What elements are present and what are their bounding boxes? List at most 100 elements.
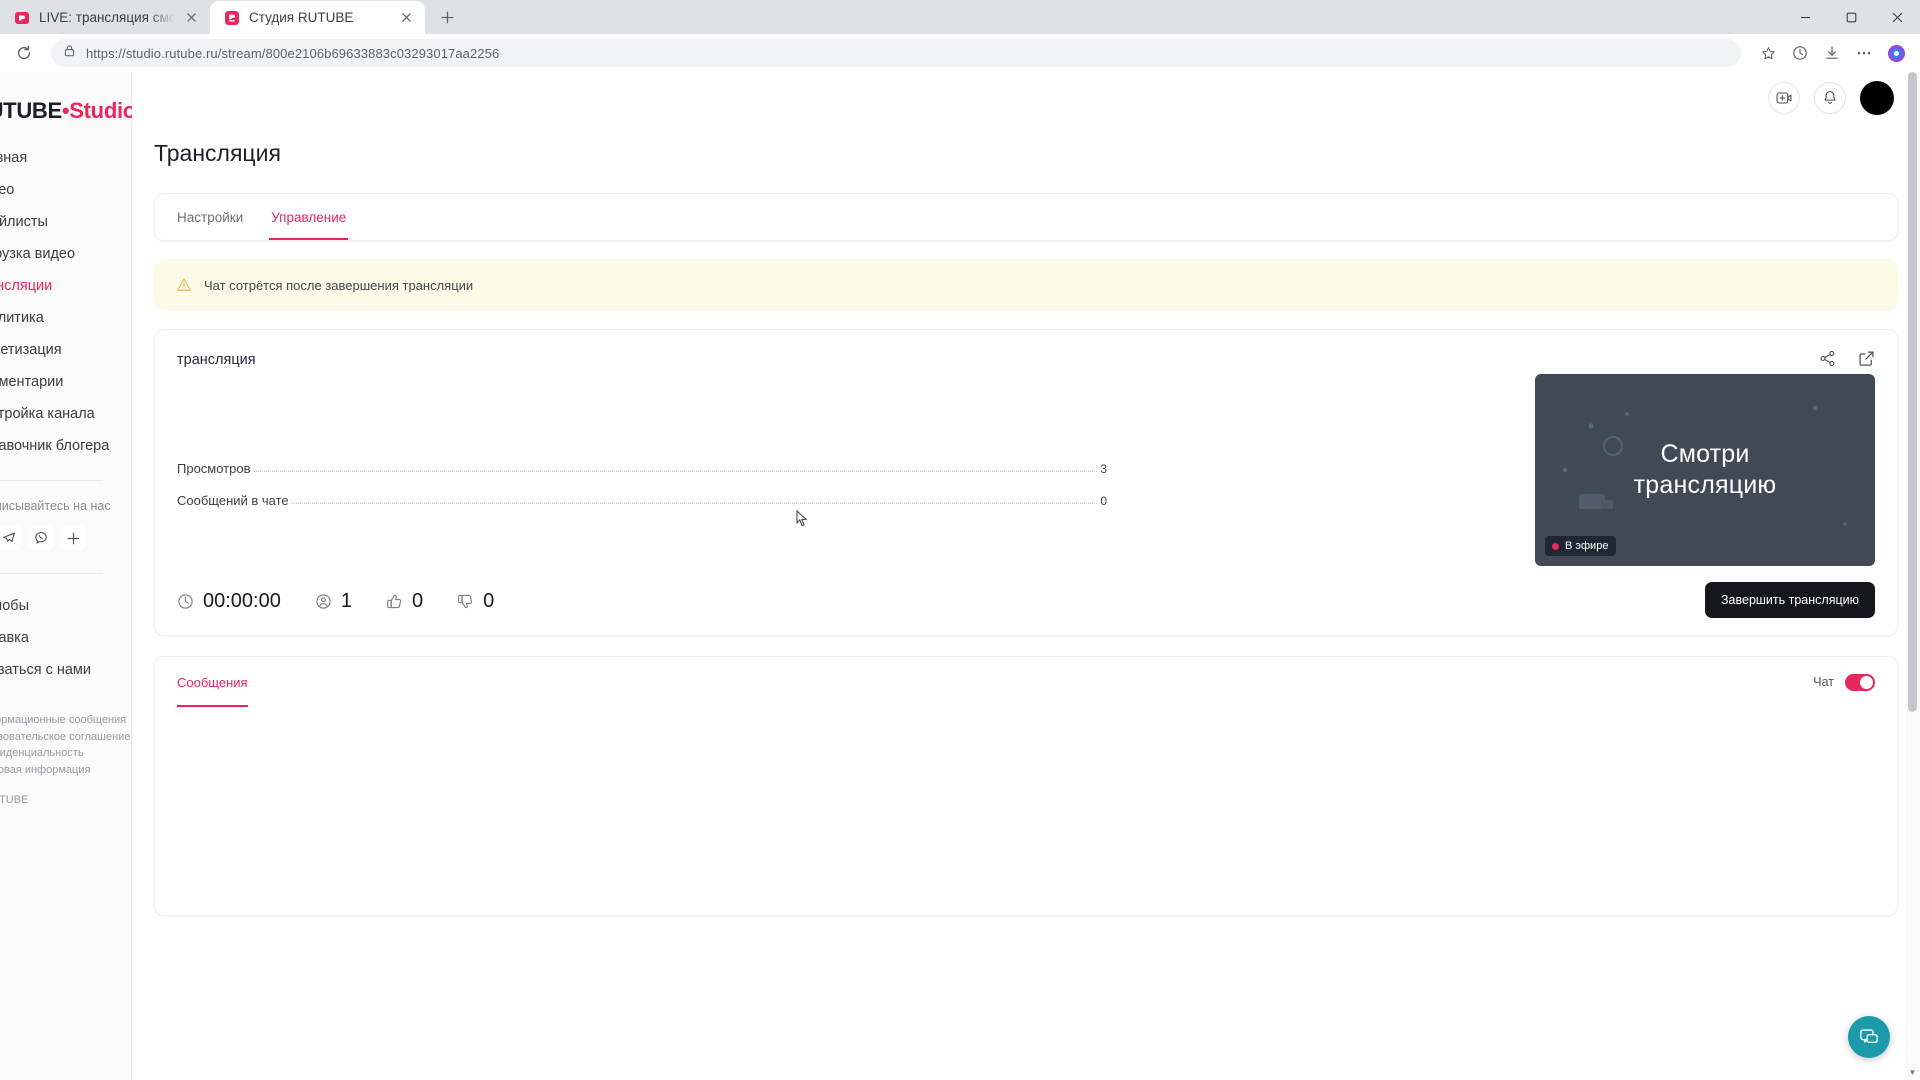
chat-toggle-switch[interactable]: [1845, 673, 1875, 691]
sidebar-item-label: Монетизация: [0, 342, 62, 358]
logo-studio-text: Studio: [69, 98, 136, 123]
app-topbar: [132, 72, 1920, 124]
tab-messages-label: Сообщения: [177, 674, 248, 690]
sidebar-divider-2: [0, 573, 103, 574]
viber-icon[interactable]: [28, 525, 54, 551]
stat-row-chat-messages: Сообщений в чате 0: [177, 476, 1107, 508]
live-badge: В эфире: [1545, 536, 1617, 556]
download-icon[interactable]: [1817, 38, 1847, 68]
viewers-icon: [315, 593, 332, 610]
sidebar-item-label: Трансляции: [0, 278, 53, 294]
browser-profile-icon[interactable]: [1881, 38, 1911, 68]
page-title: Трансляция: [154, 140, 281, 166]
window-maximize-button[interactable]: [1828, 1, 1874, 34]
browser-window: LIVE: трансляция смотреть онла Студия RU…: [0, 0, 1920, 1080]
chat-toggle-knob: [1860, 675, 1873, 689]
address-bar-url: https://studio.rutube.ru/stream/800e2106…: [86, 45, 500, 61]
telegram-icon[interactable]: [0, 525, 22, 551]
legal-link-privacy[interactable]: Конфиденциальность: [0, 745, 131, 762]
scroll-down-arrow-icon[interactable]: ▼: [1905, 1065, 1920, 1080]
legal-link-user-agreement[interactable]: Пользовательское соглашение: [0, 729, 131, 746]
chat-card: Сообщения Чат: [154, 656, 1898, 916]
window-minimize-button[interactable]: [1782, 1, 1828, 34]
preview-line-2: трансляцию: [1633, 471, 1777, 499]
main-content: Трансляция Настройки Управление Чат сотр…: [132, 72, 1920, 1080]
scrollbar-thumb[interactable]: [1908, 72, 1917, 712]
tab-management[interactable]: Управление: [269, 194, 349, 240]
chat-header: Сообщения Чат: [155, 657, 1897, 707]
sidebar-item-channel-settings[interactable]: Настройка канала: [0, 398, 131, 430]
browser-tab-2[interactable]: Студия RUTUBE: [210, 1, 425, 34]
external-link-icon[interactable]: [1858, 350, 1875, 372]
rutube-studio-logo[interactable]: RUTUBE•Studio: [0, 72, 136, 124]
bell-icon[interactable]: [1814, 82, 1846, 114]
address-bar[interactable]: https://studio.rutube.ru/stream/800e2106…: [51, 39, 1741, 67]
end-stream-button[interactable]: Завершить трансляцию: [1705, 582, 1875, 618]
sidebar-item-label: Аналитика: [0, 310, 44, 326]
sidebar-item-monetization[interactable]: Монетизация: [0, 334, 131, 366]
sidebar-item-contact-us[interactable]: Связаться с нами: [0, 654, 131, 686]
sidebar-item-label: Справка: [0, 630, 29, 646]
sidebar-item-blogger-guide[interactable]: Справочник блогера: [0, 430, 131, 462]
sidebar-item-help[interactable]: Справка: [0, 622, 131, 654]
metric-duration-value: 00:00:00: [203, 590, 281, 612]
sidebar-nav: Главная Видео Плейлисты Загрузка видео Т…: [0, 142, 131, 462]
sidebar-item-home[interactable]: Главная: [0, 142, 131, 174]
window-controls: [1782, 1, 1920, 34]
thumb-up-icon: [386, 593, 403, 610]
preview-line-1: Смотри: [1660, 440, 1750, 468]
sidebar-item-label: Видео: [0, 182, 15, 198]
legal-link-legal-info[interactable]: Правовая информация: [0, 762, 131, 779]
sidebar-item-streams[interactable]: Трансляции: [0, 270, 131, 302]
stream-tabs: Настройки Управление: [155, 194, 1897, 240]
page-scrollbar[interactable]: ▲ ▼: [1905, 72, 1920, 1080]
more-socials-icon[interactable]: [60, 525, 86, 551]
create-stream-icon[interactable]: [1768, 82, 1800, 114]
share-icon[interactable]: [1819, 350, 1836, 372]
metric-dislikes-value: 0: [483, 590, 495, 612]
history-icon[interactable]: [1785, 38, 1815, 68]
stream-tabs-card: Настройки Управление: [154, 193, 1898, 241]
sidebar-item-video[interactable]: Видео: [0, 174, 131, 206]
browser-tab-1-title: LIVE: трансляция смотреть онла: [39, 10, 174, 25]
chat-warning-alert: Чат сотрётся после завершения трансляции: [154, 259, 1898, 311]
page-viewport: RUTUBE•Studio Главная Видео Плейлисты За…: [0, 72, 1920, 1080]
legal-link-info-messages[interactable]: Информационные сообщения: [0, 712, 131, 729]
clock-icon: [177, 593, 194, 610]
stream-panel-actions: [1819, 350, 1875, 372]
sidebar-item-complaints[interactable]: Жалобы: [0, 590, 131, 622]
sidebar-follow-title: Подписывайтесь на нас: [0, 499, 111, 513]
browser-tab-1-close-icon[interactable]: [183, 9, 200, 26]
browser-tab-1[interactable]: LIVE: трансляция смотреть онла: [0, 1, 210, 34]
sidebar-item-label: Настройка канала: [0, 406, 95, 422]
tab-settings[interactable]: Настройки: [177, 194, 243, 240]
tab-messages[interactable]: Сообщения: [177, 657, 248, 707]
metric-duration: 00:00:00: [177, 590, 281, 613]
bookmark-star-icon[interactable]: [1753, 38, 1783, 68]
browser-menu-icon[interactable]: [1849, 38, 1879, 68]
reload-icon[interactable]: [9, 38, 39, 68]
sidebar-item-label: Комментарии: [0, 374, 64, 390]
stat-label-chat-messages: Сообщений в чате: [177, 493, 289, 508]
support-chat-icon[interactable]: [1848, 1016, 1890, 1058]
page-content: Трансляция Настройки Управление Чат сотр…: [132, 140, 1920, 916]
sidebar-item-label: Справочник блогера: [0, 438, 110, 454]
stat-value-views: 3: [1100, 462, 1107, 476]
stream-preview[interactable]: Смотри трансляцию В эфире: [1535, 374, 1875, 566]
browser-tab-2-close-icon[interactable]: [398, 9, 415, 26]
new-tab-button[interactable]: [433, 3, 461, 31]
sidebar-item-comments[interactable]: Комментарии: [0, 366, 131, 398]
sidebar-item-upload[interactable]: Загрузка видео: [0, 238, 131, 270]
user-avatar[interactable]: [1860, 81, 1894, 115]
sidebar-secondary-nav: Жалобы Справка Связаться с нами: [0, 590, 131, 686]
tab-management-label: Управление: [271, 209, 347, 225]
sidebar-item-playlists[interactable]: Плейлисты: [0, 206, 131, 238]
sidebar-item-analytics[interactable]: Аналитика: [0, 302, 131, 334]
window-close-button[interactable]: [1874, 1, 1920, 34]
stat-leader-dots: [253, 471, 1098, 472]
sidebar-socials: [0, 525, 131, 551]
sidebar-item-label: Главная: [0, 150, 28, 166]
live-dot-icon: [1552, 542, 1559, 550]
metric-viewers-value: 1: [340, 590, 352, 612]
toolbar-actions: [1753, 38, 1911, 68]
